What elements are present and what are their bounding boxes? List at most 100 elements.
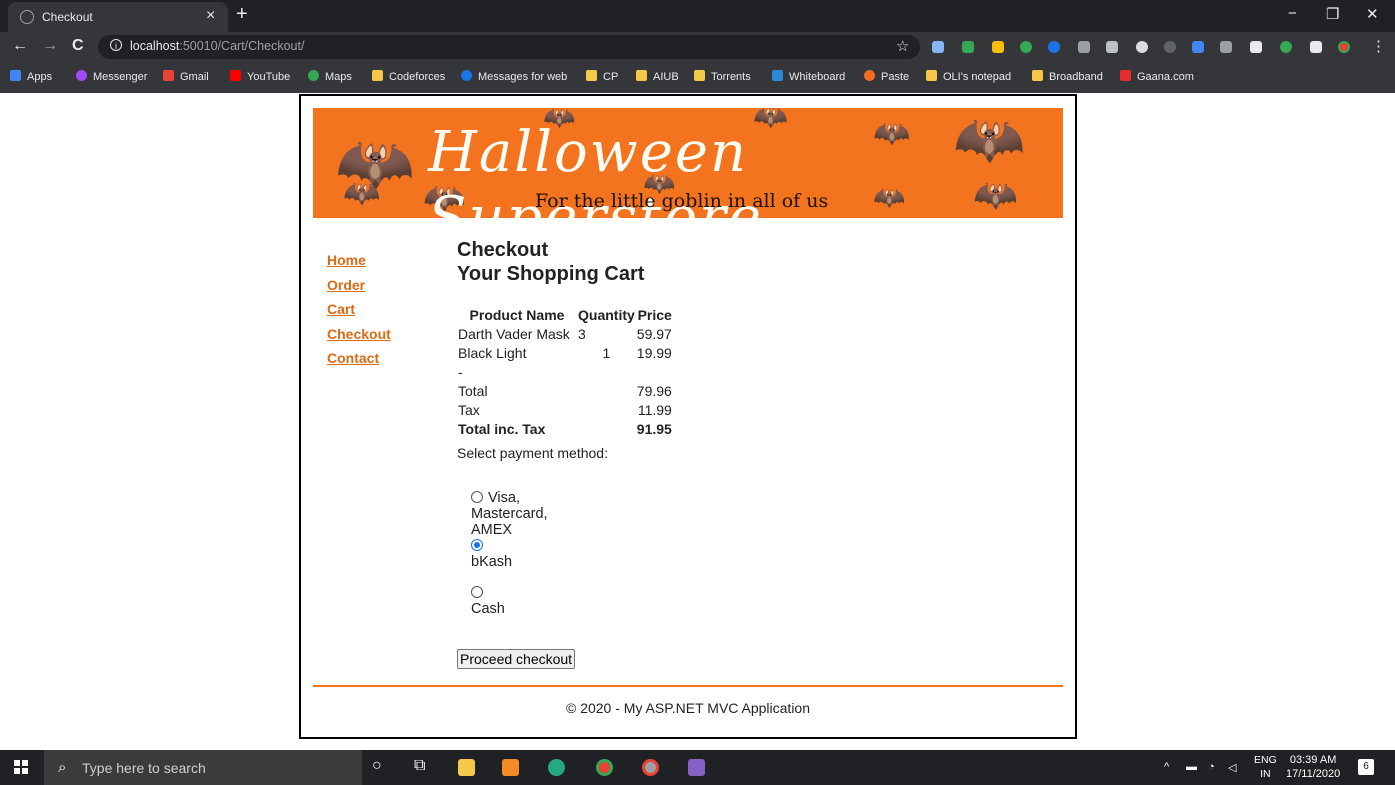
bookmark-item[interactable]: Messenger bbox=[76, 70, 147, 83]
back-button[interactable]: ← bbox=[12, 37, 28, 55]
grammarly-icon[interactable] bbox=[1020, 41, 1032, 53]
footer-divider bbox=[313, 685, 1063, 687]
proceed-checkout-button[interactable]: Proceed checkout bbox=[457, 649, 576, 669]
gmail-icon bbox=[163, 70, 174, 81]
bookmark-item[interactable]: Codeforces bbox=[372, 70, 445, 83]
nav-link-home[interactable]: Home bbox=[327, 252, 391, 269]
bookmark-label: Maps bbox=[325, 71, 352, 83]
bookmark-label: YouTube bbox=[247, 71, 291, 83]
cortana-icon[interactable]: ○ bbox=[372, 757, 382, 775]
notifications-icon[interactable]: 6 bbox=[1358, 759, 1374, 775]
product-quantity: 3 bbox=[578, 326, 586, 342]
close-tab-button[interactable]: × bbox=[206, 7, 215, 25]
tray-chevron-icon[interactable]: ^ bbox=[1164, 761, 1169, 773]
battery-icon[interactable]: ▬ bbox=[1186, 761, 1197, 773]
close-window-button[interactable]: ✕ bbox=[1366, 5, 1379, 23]
visual-studio-icon[interactable] bbox=[688, 759, 705, 776]
bookmark-item[interactable]: Apps bbox=[10, 70, 52, 83]
task-view-icon[interactable]: ⧉ bbox=[414, 757, 425, 775]
extension-icon[interactable] bbox=[1164, 41, 1176, 53]
extension-icon[interactable] bbox=[1280, 41, 1292, 53]
puzzle-icon[interactable] bbox=[1310, 41, 1322, 53]
chrome-icon[interactable] bbox=[642, 759, 659, 776]
tab-checkout[interactable]: Checkout × bbox=[8, 2, 228, 32]
bookmark-label: AIUB bbox=[653, 71, 679, 83]
bookmark-item[interactable]: Whiteboard bbox=[772, 70, 845, 83]
table-row: Black Light 1 19.99 bbox=[457, 344, 673, 363]
radio-bkash[interactable] bbox=[471, 539, 483, 551]
extension-icon[interactable] bbox=[932, 41, 944, 53]
side-nav: Home Order Cart Checkout Contact bbox=[327, 252, 391, 375]
bookmark-item[interactable]: CP bbox=[586, 70, 618, 83]
minimize-button[interactable]: − bbox=[1288, 5, 1297, 22]
payment-option-bkash[interactable]: bKash bbox=[471, 538, 512, 570]
bookmark-item[interactable]: Maps bbox=[308, 70, 352, 83]
bookmark-item[interactable]: Messages for web bbox=[461, 70, 567, 83]
table-row: Darth Vader Mask 3 59.97 bbox=[457, 325, 673, 344]
bookmark-item[interactable]: Gaana.com bbox=[1120, 70, 1194, 83]
reload-button[interactable]: C bbox=[72, 37, 84, 55]
gaana-icon bbox=[1120, 70, 1131, 81]
chrome-icon[interactable] bbox=[596, 759, 613, 776]
sublime-text-icon[interactable] bbox=[502, 759, 519, 776]
extension-icon[interactable] bbox=[1106, 41, 1118, 53]
grand-total-row: Total inc. Tax 91.95 bbox=[457, 420, 673, 439]
nav-link-contact[interactable]: Contact bbox=[327, 350, 391, 367]
language-indicator[interactable]: ENG IN bbox=[1254, 753, 1277, 781]
nav-link-checkout[interactable]: Checkout bbox=[327, 326, 391, 343]
radio-card[interactable] bbox=[471, 491, 483, 503]
bookmark-item[interactable]: Gmail bbox=[163, 70, 209, 83]
bookmark-star-icon[interactable]: ☆ bbox=[896, 37, 909, 55]
extension-icon[interactable] bbox=[1136, 41, 1148, 53]
extension-icon[interactable] bbox=[1250, 41, 1262, 53]
bookmark-label: Gmail bbox=[180, 71, 209, 83]
volume-icon[interactable]: ◁ bbox=[1228, 761, 1236, 774]
clock[interactable]: 03:39 AM 17/11/2020 bbox=[1286, 753, 1340, 781]
payment-option-card[interactable]: Visa, Mastercard, AMEX bbox=[471, 490, 548, 538]
extension-icon[interactable] bbox=[1220, 41, 1232, 53]
file-explorer-icon[interactable] bbox=[458, 759, 475, 776]
bookmark-label: OLI's notepad bbox=[943, 71, 1012, 83]
site-info-icon[interactable]: i bbox=[110, 39, 122, 51]
bookmark-label: Messages for web bbox=[478, 71, 568, 83]
wifi-icon[interactable]: ◔ bbox=[1208, 761, 1215, 773]
forward-button[interactable]: → bbox=[42, 37, 58, 55]
nav-link-order[interactable]: Order bbox=[327, 277, 391, 294]
radio-cash[interactable] bbox=[471, 586, 483, 598]
separator: - bbox=[458, 364, 463, 380]
extension-icon[interactable] bbox=[1192, 41, 1204, 53]
bat-icon: 🦇 bbox=[343, 177, 381, 210]
new-tab-button[interactable]: + bbox=[236, 3, 248, 26]
total-value: 79.96 bbox=[636, 383, 672, 399]
total-row: Total 79.96 bbox=[457, 382, 673, 401]
nav-link-cart[interactable]: Cart bbox=[327, 301, 391, 318]
bookmarks-bar: Apps Messenger Gmail YouTube Maps Codeforces M… bbox=[0, 62, 1395, 93]
profile-avatar-icon[interactable] bbox=[1338, 41, 1350, 53]
site-banner: 🦇 🦇 🦇 🦇 🦇 🦇 🦇 🦇 🦇 🦇 Halloween Superstore… bbox=[313, 108, 1063, 218]
bookmark-label: Apps bbox=[27, 71, 53, 83]
bookmark-item[interactable]: Broadband bbox=[1032, 70, 1103, 83]
app-icon[interactable] bbox=[548, 759, 565, 776]
bookmark-label: Broadband bbox=[1049, 71, 1103, 83]
bookmark-item[interactable]: OLI's notepad bbox=[926, 70, 1011, 83]
bookmark-item[interactable]: YouTube bbox=[230, 70, 290, 83]
search-placeholder: Type here to search bbox=[82, 760, 206, 776]
address-bar[interactable]: i localhost:50010/Cart/Checkout/ ☆ bbox=[98, 35, 920, 59]
payment-option-cash[interactable]: Cash bbox=[471, 585, 505, 617]
tab-title: Checkout bbox=[42, 10, 93, 24]
bookmark-item[interactable]: Paste bbox=[864, 70, 909, 83]
extension-icon[interactable] bbox=[1048, 41, 1060, 53]
search-icon: ⌕ bbox=[58, 759, 67, 776]
taskbar-search[interactable]: ⌕ Type here to search bbox=[44, 750, 362, 785]
bookmark-item[interactable]: AIUB bbox=[636, 70, 679, 83]
bookmark-label: Messenger bbox=[93, 71, 148, 83]
url-text: localhost:50010/Cart/Checkout/ bbox=[130, 39, 305, 53]
extension-icon[interactable] bbox=[1078, 41, 1090, 53]
maximize-button[interactable]: ❐ bbox=[1326, 5, 1339, 23]
menu-icon[interactable]: ⋮ bbox=[1371, 37, 1386, 55]
bookmark-item[interactable]: Torrents bbox=[694, 70, 751, 83]
windows-start-icon[interactable] bbox=[14, 760, 28, 774]
drive-icon[interactable] bbox=[992, 41, 1004, 53]
cart-table: Product Name Quantity Price Darth Vader … bbox=[457, 306, 673, 439]
extension-icon[interactable] bbox=[962, 41, 974, 53]
